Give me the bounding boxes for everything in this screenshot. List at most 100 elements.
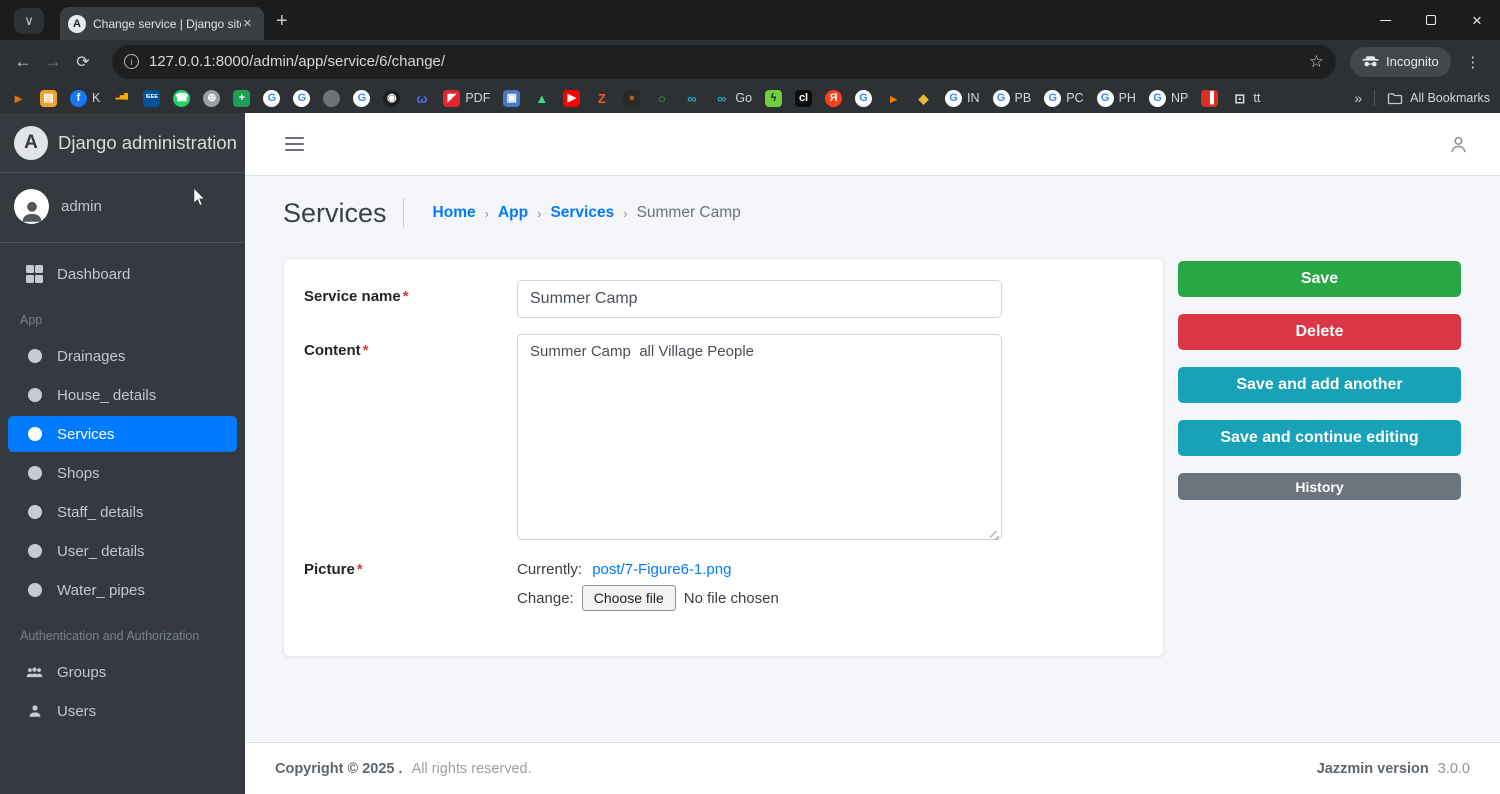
analytics-icon: ▂▅█ <box>115 94 129 101</box>
user-panel[interactable]: admin <box>0 173 245 243</box>
bookmark-star-icon[interactable]: ☆ <box>1309 52 1324 72</box>
bookmarks-overflow-icon[interactable]: » <box>1354 90 1362 106</box>
sidebar-item-water-pipes[interactable]: Water_ pipes <box>8 572 237 608</box>
sidebar-item-services[interactable]: Services <box>8 416 237 452</box>
window-maximize-button[interactable] <box>1408 0 1454 40</box>
bookmark-cl[interactable]: cl <box>795 89 813 107</box>
bookmarks-bar: ► ▤ f K ▂▅█ IEEE ☎ ⊕ + G G G ◉ ω ◤ PDF ▣ ▲ ▶ Z ● ○ ∞ ∞ Go ϟ cl Я G ▸ ◆… <box>0 83 1500 113</box>
breadcrumb-app[interactable]: App <box>498 204 528 222</box>
current-file-link[interactable]: post/7-Figure6-1.png <box>592 561 731 578</box>
url-text[interactable]: 127.0.0.1:8000/admin/app/service/6/chang… <box>149 53 1301 70</box>
bookmark-ieee[interactable]: IEEE <box>143 89 161 107</box>
bookmark-godaddy[interactable]: ∞ <box>683 90 700 107</box>
bookmark-google[interactable]: G <box>293 89 311 107</box>
bookmark-monitor[interactable]: ⊡ tt <box>1231 90 1260 107</box>
bookmark-google[interactable]: G PH <box>1096 89 1136 107</box>
window-minimize-button[interactable] <box>1362 0 1408 40</box>
bookmark-google[interactable]: G PC <box>1044 89 1084 107</box>
bookmark-pdf[interactable]: ◤ PDF <box>443 89 490 107</box>
bookmark-frame[interactable]: ▣ <box>503 89 521 107</box>
bookmark-zlibrary[interactable]: Z <box>593 90 610 107</box>
incognito-icon <box>1362 56 1379 67</box>
bookmark-flame[interactable]: ▸ <box>885 90 902 107</box>
bookmark-deepseek[interactable]: ω <box>413 90 430 107</box>
reload-icon[interactable]: ⟳ <box>68 52 98 72</box>
bookmark-sheets[interactable]: + <box>233 89 251 107</box>
bookmark-github[interactable] <box>323 89 341 107</box>
bookmark-yandex[interactable]: Я <box>825 89 843 107</box>
cl-icon: cl <box>795 89 813 107</box>
bookmark-pinwheel[interactable]: ► <box>10 90 27 107</box>
tab-search-button[interactable]: ∨ <box>14 8 44 34</box>
history-button[interactable]: History <box>1178 473 1461 500</box>
sidebar-item-house-details[interactable]: House_ details <box>8 377 237 413</box>
sidebar-item-dashboard[interactable]: Dashboard <box>8 256 237 292</box>
github-icon <box>323 89 341 107</box>
bookmark-facebook[interactable]: fK <box>70 89 100 107</box>
sidebar-item-user-details[interactable]: User_ details <box>8 533 237 569</box>
sidebar-item-label: Groups <box>57 663 107 681</box>
bookmark-google[interactable]: G NP <box>1148 89 1188 107</box>
breadcrumb-separator: › <box>623 205 628 221</box>
bookmark-godaddy[interactable]: ∞ Go <box>713 90 752 107</box>
browser-tab[interactable]: A Change service | Django site ad × <box>60 7 264 40</box>
save-button[interactable]: Save <box>1178 261 1461 297</box>
window-close-button[interactable]: × <box>1454 0 1500 40</box>
site-info-icon[interactable]: i <box>124 54 139 69</box>
choose-file-button[interactable]: Choose file <box>581 585 676 611</box>
bookmark-lightning[interactable]: ϟ <box>765 89 783 107</box>
new-tab-button[interactable]: + <box>276 10 288 33</box>
service-name-input[interactable] <box>517 280 1002 318</box>
edit-form-card: Service name* Content* <box>283 258 1164 657</box>
sidebar-item-drainages[interactable]: Drainages <box>8 338 237 374</box>
content-textarea[interactable] <box>517 334 1002 540</box>
bookmark-food[interactable]: ● <box>623 89 641 107</box>
bookmark-whatsapp[interactable]: ☎ <box>173 89 191 107</box>
bookmark-globe[interactable]: ⊕ <box>203 89 221 107</box>
bookmark-youtube[interactable]: ▶ <box>563 89 581 107</box>
bookmark-analytics[interactable]: ▂▅█ <box>113 90 130 107</box>
pdf-icon: ◤ <box>443 89 461 107</box>
ieee-icon: IEEE <box>143 89 161 107</box>
youtube-icon: ▶ <box>563 89 581 107</box>
sidebar-item-shops[interactable]: Shops <box>8 455 237 491</box>
bookmark-gold[interactable]: ◆ <box>915 90 932 107</box>
all-bookmarks-button[interactable]: All Bookmarks <box>1387 91 1490 105</box>
bookmark-google[interactable]: G IN <box>945 89 980 107</box>
sidebar-item-staff-details[interactable]: Staff_ details <box>8 494 237 530</box>
browser-menu-icon[interactable]: ⋮ <box>1461 53 1485 71</box>
sidebar-item-groups[interactable]: Groups <box>8 654 237 690</box>
content-area: Services Home › App › Services › Summer Camp S… <box>245 176 1500 742</box>
tab-close-icon[interactable]: × <box>243 16 252 31</box>
url-bar[interactable]: i 127.0.0.1:8000/admin/app/service/6/cha… <box>112 44 1336 79</box>
bookmark-google[interactable]: G <box>353 89 371 107</box>
save-and-add-another-button[interactable]: Save and add another <box>1178 367 1461 403</box>
yandex-icon: Я <box>825 89 843 107</box>
maximize-icon <box>1426 15 1436 25</box>
sidebar-item-users[interactable]: Users <box>8 693 237 729</box>
bookmark-ring[interactable]: ○ <box>653 90 670 107</box>
circle-icon <box>26 544 43 558</box>
circle-icon <box>26 466 43 480</box>
bookmark-exit[interactable]: ▐ <box>1201 89 1219 107</box>
bookmark-orange-app[interactable]: ▤ <box>40 89 57 107</box>
bookmark-google[interactable]: G <box>263 89 281 107</box>
brand-link[interactable]: A Django administration <box>0 113 245 173</box>
breadcrumb-services[interactable]: Services <box>550 204 614 222</box>
delete-button[interactable]: Delete <box>1178 314 1461 350</box>
page-title: Services <box>283 197 387 228</box>
user-menu-icon[interactable] <box>1447 133 1470 156</box>
breadcrumb-home[interactable]: Home <box>433 204 476 222</box>
bookmark-google[interactable]: G PB <box>992 89 1031 107</box>
back-icon[interactable]: ← <box>8 52 38 72</box>
bookmark-wheel[interactable]: ◉ <box>383 89 401 107</box>
bookmark-android[interactable]: ▲ <box>533 90 550 107</box>
currently-label: Currently: <box>517 561 583 578</box>
sidebar-item-label: User_ details <box>57 542 145 560</box>
forward-icon[interactable]: → <box>38 52 68 72</box>
save-and-continue-editing-button[interactable]: Save and continue editing <box>1178 420 1461 456</box>
bookmark-google[interactable]: G <box>855 89 873 107</box>
content-row: Content * <box>304 334 1143 545</box>
hamburger-menu-icon[interactable] <box>285 136 304 152</box>
footer: Copyright © 2025 . All rights reserved. … <box>245 742 1500 794</box>
